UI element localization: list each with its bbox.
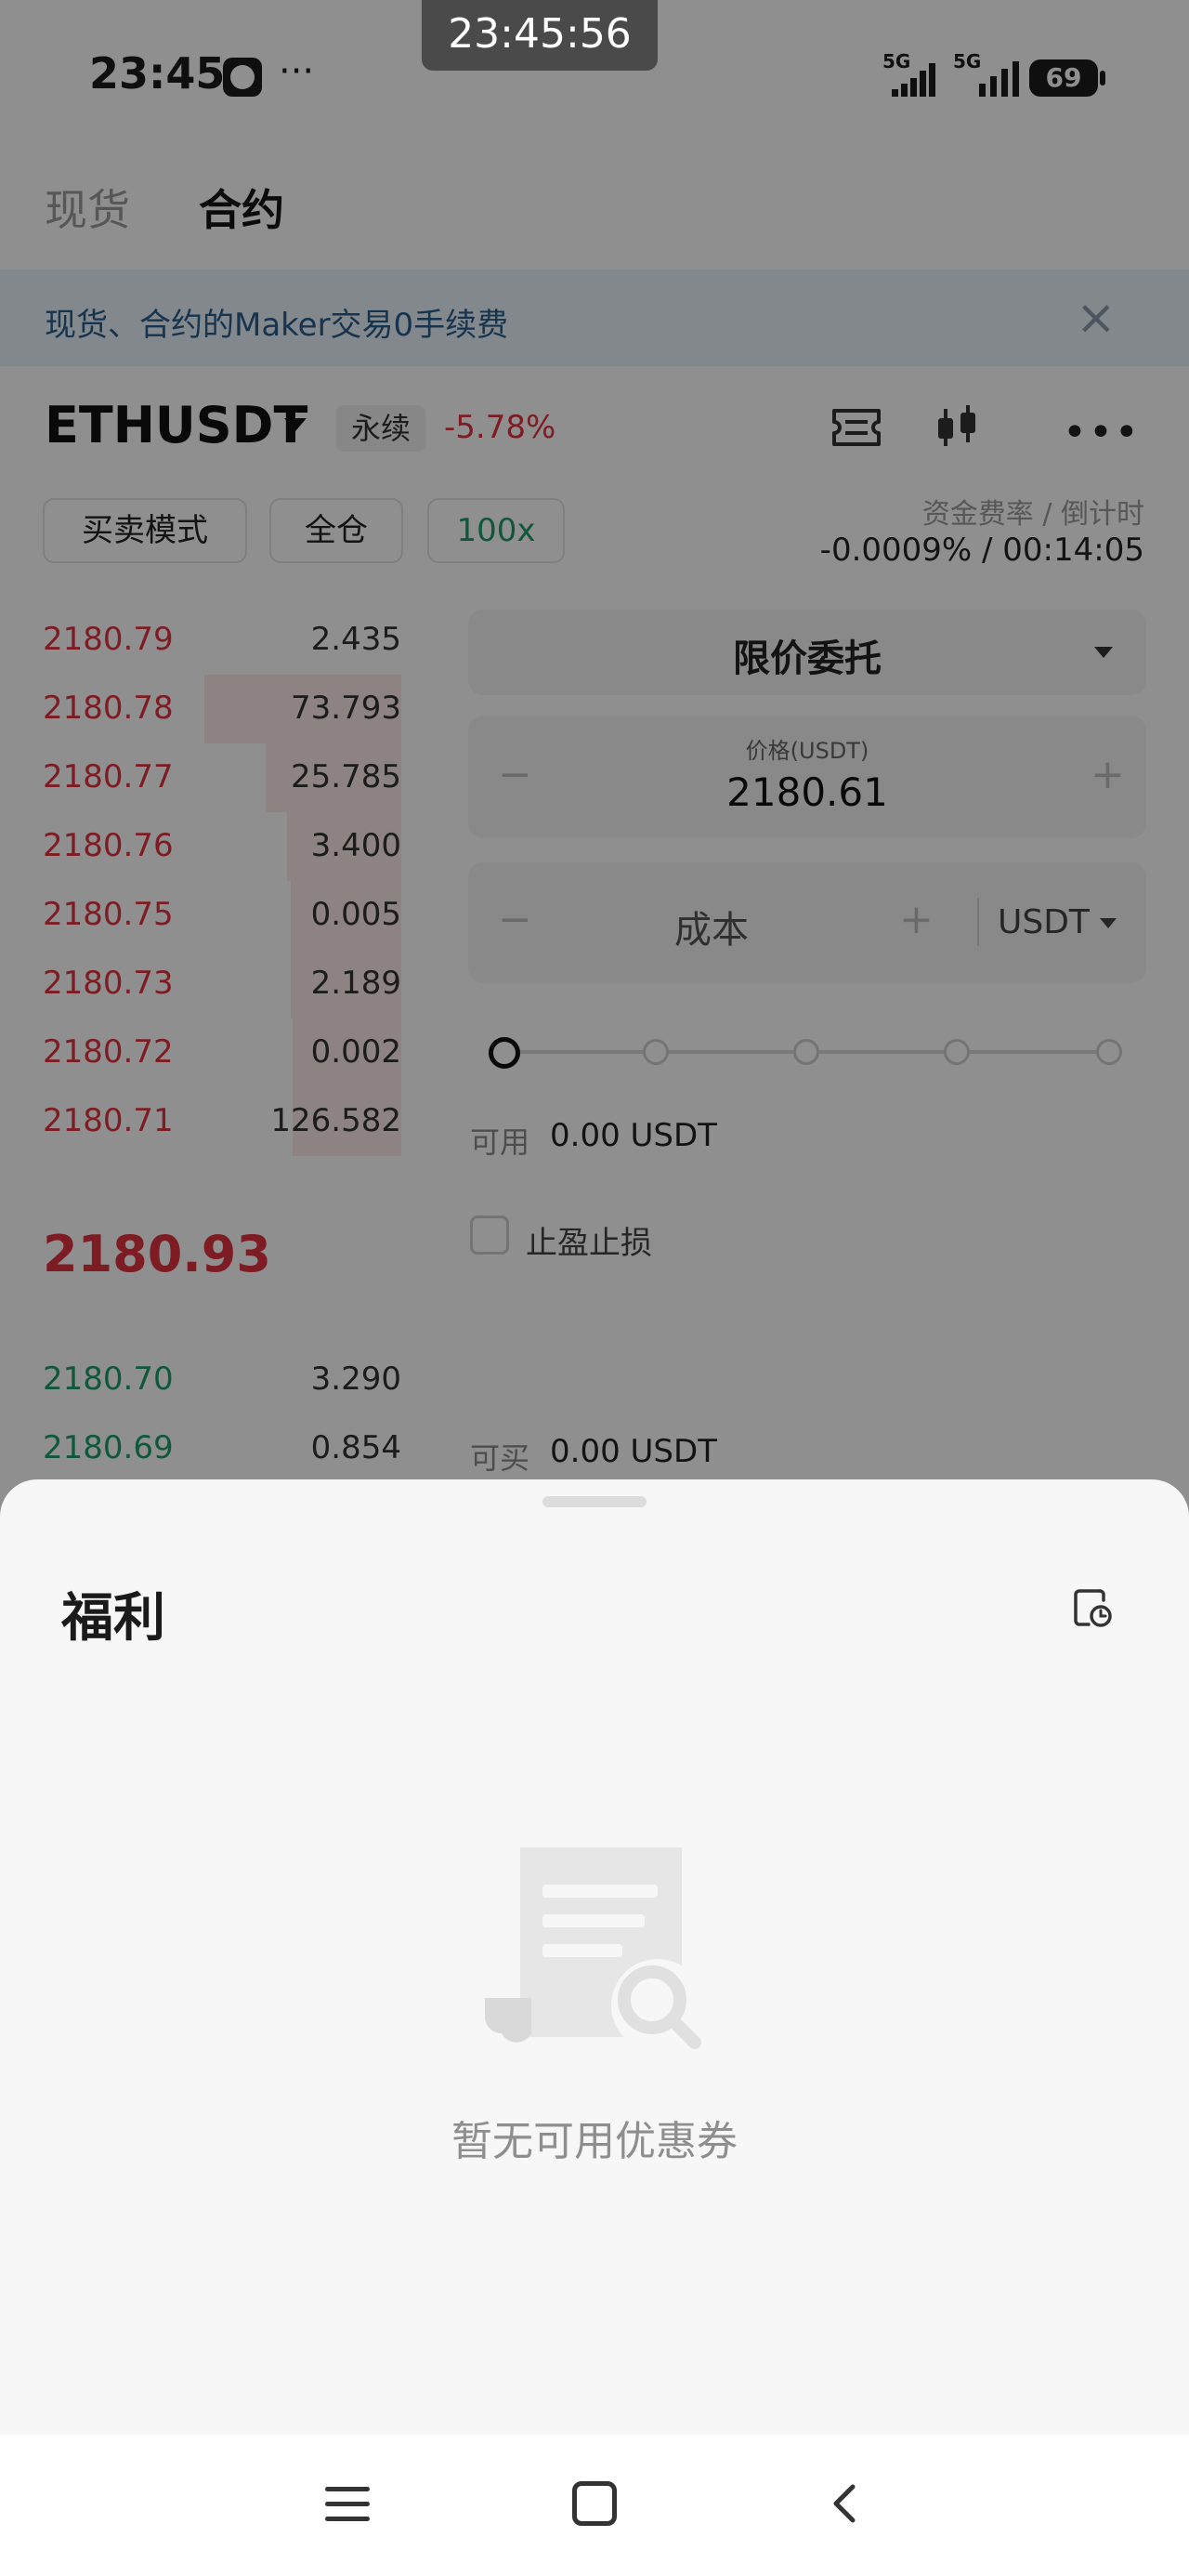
system-navigation-bar [0, 2435, 1189, 2576]
home-icon[interactable] [572, 2481, 617, 2526]
recent-apps-icon[interactable] [325, 2483, 370, 2524]
empty-state-text: 暂无可用优惠券 [451, 2118, 738, 2165]
sheet-drag-handle[interactable] [542, 1496, 647, 1507]
empty-coupon-illustration [485, 1847, 704, 2052]
screen-time-overlay: 23:45:56 [422, 0, 658, 71]
back-icon[interactable] [823, 2481, 868, 2526]
history-icon[interactable] [1068, 1584, 1115, 1630]
sheet-title: 福利 [61, 1588, 165, 1649]
benefits-sheet: 福利 暂无可用优惠券 [0, 1479, 1189, 2435]
